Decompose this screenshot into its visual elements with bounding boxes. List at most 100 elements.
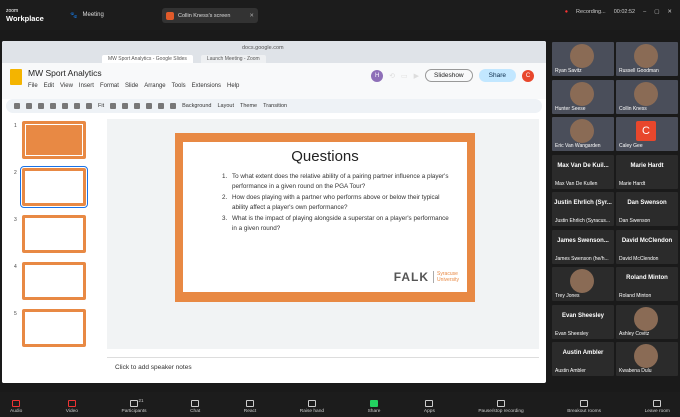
slides-icon[interactable] (10, 69, 22, 85)
minimize-icon[interactable]: – (643, 9, 646, 15)
maximize-icon[interactable]: ▢ (654, 9, 659, 15)
participant-name: Hunter Seese (555, 105, 586, 112)
image-icon[interactable] (134, 103, 141, 109)
textbox-icon[interactable] (122, 103, 129, 109)
chat-button[interactable]: Chat (190, 400, 200, 414)
app-actions: H ⟲ ▭ ▶ Slideshow Share C (371, 69, 534, 82)
share-button[interactable]: Share (478, 69, 516, 82)
close-icon[interactable]: ✕ (249, 13, 254, 19)
meeting-info[interactable]: 🐾 Meeting (70, 12, 104, 19)
paint-format-icon[interactable] (74, 103, 80, 109)
breakout-rooms-button[interactable]: Breakout rooms (567, 400, 601, 414)
zoom-logo: zoom Workplace (6, 7, 58, 23)
participant-tile[interactable]: David McClendon David McClendon (616, 229, 678, 264)
tab-zoom[interactable]: Launch Meeting - Zoom (200, 55, 266, 63)
participant-tile[interactable]: Evan Sheesley Evan Sheesley (552, 304, 614, 339)
participants-button[interactable]: Participants 21 (122, 398, 147, 414)
close-window-icon[interactable]: ✕ (667, 9, 672, 15)
redo-icon[interactable] (50, 103, 56, 109)
print-icon[interactable] (62, 103, 68, 109)
react-button[interactable]: React (244, 400, 256, 414)
slide-title[interactable]: Questions (183, 148, 467, 165)
question-item: To what extent does the relative ability… (229, 172, 455, 193)
question-list[interactable]: To what extent does the relative ability… (215, 172, 455, 234)
tab-slides[interactable]: MW Sport Analytics - Google Slides (102, 55, 193, 63)
apps-icon (425, 400, 434, 407)
shape-icon[interactable] (146, 103, 153, 109)
zoom-select[interactable]: Fit (98, 103, 104, 109)
video-call-icon[interactable]: ▶ (414, 72, 419, 80)
participant-tile[interactable]: Russell Goodman (616, 42, 678, 76)
zoom-controls: Audio Video Participants 21 Chat React Raise h… (0, 392, 680, 417)
participant-tile[interactable]: Dan Swenson Dan Swenson (616, 192, 678, 226)
menu-help[interactable]: Help (227, 83, 239, 89)
participant-tile[interactable]: Trey Jones (552, 267, 614, 301)
zoom-top-bar: zoom Workplace 🐾 Meeting Collin Kness's … (0, 0, 680, 30)
screen-share-indicator[interactable]: Collin Kness's screen ✕ (162, 8, 258, 23)
menu-format[interactable]: Format (100, 83, 119, 89)
participant-tile[interactable]: Austin Ambler Austin Ambler (552, 342, 614, 376)
select-icon[interactable] (110, 103, 117, 109)
pause-stop-recording-button[interactable]: Pause/stop recording (478, 400, 524, 414)
comment-icon[interactable]: ▭ (401, 72, 408, 80)
video-button[interactable]: Video (66, 400, 78, 414)
slideshow-button[interactable]: Slideshow (425, 69, 473, 82)
menu-extensions[interactable]: Extensions (192, 83, 221, 89)
leave-room-button[interactable]: Leave room (645, 400, 670, 414)
participant-tile[interactable]: C Caley Gee (616, 117, 678, 151)
participant-video (570, 269, 594, 293)
zoom-status: ● Recording... 00:02:52 – ▢ ✕ (565, 9, 672, 15)
zoom-icon[interactable] (86, 103, 92, 109)
thumb-number: 1 (14, 123, 17, 129)
slide-thumbnail[interactable]: 1 (10, 121, 95, 165)
participant-tile[interactable]: Ryan Savitz (552, 42, 614, 76)
menu-edit[interactable]: Edit (44, 83, 54, 89)
slide-thumbnail[interactable]: 5 (10, 309, 95, 353)
participant-tile[interactable]: Max Van De Kuil... Max Van De Kullen (552, 154, 614, 189)
participant-tile[interactable]: Eric Van Wangarden (552, 117, 614, 151)
comment-add-icon[interactable] (170, 103, 177, 109)
apps-button[interactable]: Apps (424, 400, 435, 414)
menu-slide[interactable]: Slide (125, 83, 138, 89)
share-button[interactable]: Share (368, 400, 380, 414)
menu-insert[interactable]: Insert (79, 83, 94, 89)
transition-button[interactable]: Transition (263, 103, 287, 109)
participant-tile[interactable]: Kwabena Dulu (616, 342, 678, 376)
participant-tile[interactable]: Marie Hardt Marie Hardt (616, 154, 678, 189)
collaborator-avatar[interactable]: H (371, 69, 384, 82)
raise-hand-button[interactable]: Raise hand (300, 400, 324, 414)
history-icon[interactable]: ⟲ (389, 72, 395, 80)
url-bar[interactable]: docs.google.com (242, 45, 284, 51)
undo-icon[interactable] (38, 103, 44, 109)
menu-arrange[interactable]: Arrange (144, 83, 165, 89)
menu-file[interactable]: File (28, 83, 38, 89)
participant-tile[interactable]: Roland Minton Roland Minton (616, 267, 678, 301)
menu-view[interactable]: View (60, 83, 73, 89)
paw-icon: 🐾 (70, 12, 78, 19)
add-icon[interactable] (26, 103, 32, 109)
document-title[interactable]: MW Sport Analytics (28, 68, 102, 78)
participant-tile[interactable]: Collin Kness (616, 79, 678, 114)
participant-tile[interactable]: Justin Ehrlich (Syr... Justin Ehrlich (Sy… (552, 192, 614, 226)
participant-tile[interactable]: James Swenson... James Swenson (he/h... (552, 229, 614, 264)
line-icon[interactable] (158, 103, 165, 109)
participant-name: Roland Minton (619, 293, 652, 299)
audio-button[interactable]: Audio (10, 400, 22, 414)
participant-display-name: David McClendon (621, 237, 673, 244)
layout-button[interactable]: Layout (217, 103, 234, 109)
participant-tile[interactable]: Hunter Seese (552, 79, 614, 114)
background-button[interactable]: Background (182, 103, 211, 109)
participant-avatar: C (636, 121, 656, 141)
participant-tile[interactable]: Ashley Covitz (616, 304, 678, 339)
raise-hand-icon (307, 400, 316, 407)
theme-button[interactable]: Theme (240, 103, 257, 109)
slide-thumbnail[interactable]: 3 (10, 215, 95, 259)
slide-thumbnail[interactable]: 2 (10, 166, 95, 212)
search-icon[interactable] (14, 103, 20, 109)
slide-thumbnail[interactable]: 4 (10, 262, 95, 306)
user-avatar[interactable]: C (522, 69, 534, 82)
current-slide[interactable]: Questions To what extent does the relati… (175, 133, 475, 302)
speaker-notes[interactable]: Click to add speaker notes (107, 357, 539, 383)
participant-name: Dan Swenson (619, 218, 651, 224)
menu-tools[interactable]: Tools (172, 83, 186, 89)
